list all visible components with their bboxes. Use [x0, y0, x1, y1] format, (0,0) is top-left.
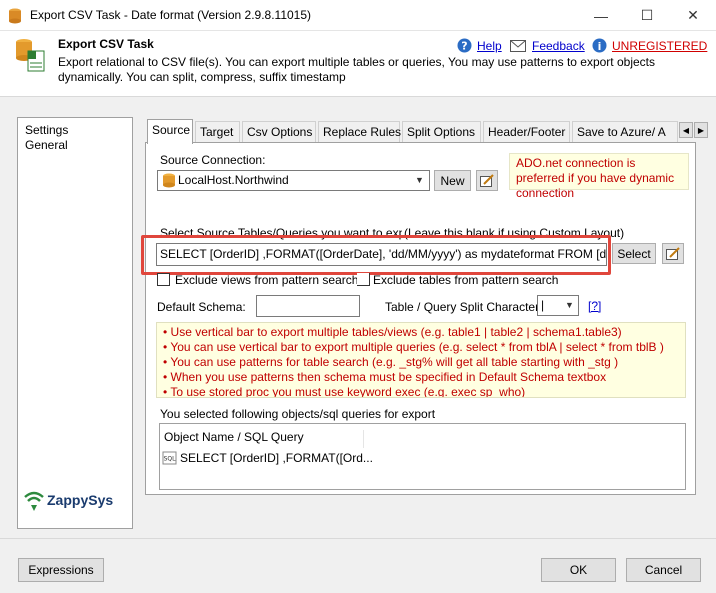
note-line: • You can use vertical bar to export mul…	[163, 340, 664, 354]
note-line: • Use vertical bar to export multiple ta…	[163, 325, 622, 339]
new-connection-button[interactable]: New	[434, 170, 471, 191]
selected-objects-list[interactable]: Object Name / SQL Query SQL SELECT [Orde…	[159, 423, 686, 490]
list-header[interactable]: Object Name / SQL Query	[164, 430, 364, 448]
info-icon: i	[592, 38, 607, 53]
help-link[interactable]: Help	[477, 39, 502, 53]
sidebar: Settings General ZappySys	[17, 117, 133, 529]
selected-objects-label: You selected following objects/sql queri…	[160, 407, 436, 421]
unregistered-link[interactable]: UNREGISTERED	[612, 39, 707, 53]
svg-text:i: i	[598, 40, 602, 53]
maximize-button[interactable]: ☐	[624, 0, 670, 31]
tab-scroll-right-button[interactable]: ▶	[694, 122, 708, 138]
header-title: Export CSV Task	[58, 37, 154, 51]
help-icon[interactable]: ?	[457, 38, 472, 53]
mail-icon[interactable]	[510, 40, 526, 52]
list-item[interactable]: SQL SELECT [OrderID] ,FORMAT([Ord...	[162, 451, 373, 465]
tab-save-to-azure[interactable]: Save to Azure/ A	[572, 121, 678, 143]
edit-icon	[666, 247, 680, 260]
tab-csv-options[interactable]: Csv Options	[242, 121, 316, 143]
split-help-link[interactable]: [?]	[588, 299, 601, 313]
ok-button[interactable]: OK	[541, 558, 616, 582]
chevron-down-icon[interactable]: ▼	[565, 300, 574, 310]
tab-scroll-left-button[interactable]: ◀	[679, 122, 693, 138]
expressions-button[interactable]: Expressions	[18, 558, 104, 582]
tab-source[interactable]: Source	[147, 119, 193, 144]
svg-text:SQL: SQL	[164, 456, 177, 463]
note-line: • To use stored proc you must use keywor…	[163, 385, 526, 398]
chevron-left-icon: ◀	[682, 125, 690, 135]
split-character-label: Table / Query Split Character:	[385, 300, 543, 314]
usage-notes: • Use vertical bar to export multiple ta…	[156, 322, 686, 398]
sidebar-item-general[interactable]: General	[25, 138, 68, 152]
database-icon	[163, 173, 175, 188]
edit-connection-button[interactable]	[476, 170, 498, 191]
cancel-button[interactable]: Cancel	[626, 558, 701, 582]
note-line: • You can use patterns for table search …	[163, 355, 619, 369]
svg-text:?: ?	[461, 40, 467, 53]
header-description: Export relational to CSV file(s). You ca…	[58, 55, 655, 84]
highlight-box	[141, 235, 611, 275]
select-button[interactable]: Select	[612, 243, 656, 264]
csv-export-icon	[16, 39, 45, 72]
minimize-button[interactable]: —	[578, 0, 624, 31]
note-line: • When you use patterns then schema must…	[163, 370, 607, 384]
default-schema-input[interactable]	[256, 295, 360, 317]
window-title: Export CSV Task - Date format (Version 2…	[30, 8, 312, 22]
ado-note: ADO.net connection is preferred if you h…	[509, 153, 689, 200]
feedback-link[interactable]: Feedback	[532, 39, 585, 53]
zappysys-logo-icon	[24, 491, 44, 511]
edit-icon	[480, 174, 494, 187]
tab-header-footer[interactable]: Header/Footer	[483, 121, 570, 143]
source-connection-value: LocalHost.Northwind	[178, 173, 289, 187]
app-icon	[9, 8, 21, 24]
source-connection-select[interactable]: LocalHost.Northwind	[157, 170, 430, 191]
close-button[interactable]: ✕	[670, 0, 716, 31]
sql-file-icon: SQL	[162, 451, 177, 465]
zappysys-logo-text: ZappySys	[47, 492, 114, 508]
list-item-label: SELECT [OrderID] ,FORMAT([Ord...	[180, 451, 373, 465]
tab-replace-rules[interactable]: Replace Rules	[318, 121, 401, 143]
chevron-down-icon[interactable]: ▼	[415, 175, 424, 185]
edit-query-button[interactable]	[662, 243, 684, 264]
tab-split-options[interactable]: Split Options	[402, 121, 481, 143]
exclude-tables-checkbox[interactable]	[357, 273, 370, 286]
sidebar-item-settings[interactable]: Settings	[25, 123, 68, 137]
chevron-right-icon: ▶	[697, 125, 705, 135]
zappysys-logo: ZappySys	[23, 488, 113, 512]
default-schema-label: Default Schema:	[157, 300, 246, 314]
source-connection-label: Source Connection:	[160, 153, 266, 167]
exclude-tables-label: Exclude tables from pattern search	[373, 273, 559, 287]
tab-target[interactable]: Target	[195, 121, 240, 143]
exclude-views-checkbox[interactable]	[157, 273, 170, 286]
split-character-value: |	[541, 298, 545, 312]
task-header: Export CSV Task Export relational to CSV…	[0, 31, 716, 97]
dialog-footer: Expressions OK Cancel	[0, 538, 716, 593]
exclude-views-label: Exclude views from pattern search	[175, 273, 359, 287]
title-bar: Export CSV Task - Date format (Version 2…	[0, 0, 716, 31]
